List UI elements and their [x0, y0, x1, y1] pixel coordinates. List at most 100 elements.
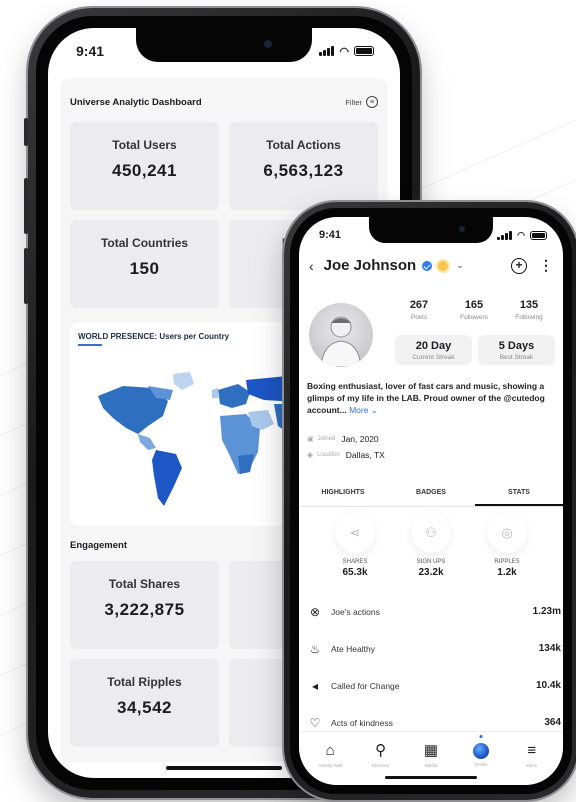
nav-activity-wall[interactable]: ⌂ Activity Wall	[308, 742, 352, 785]
map-central-america	[138, 434, 156, 450]
stat-label: SHARES	[342, 559, 368, 565]
nav-label: Menu	[526, 763, 538, 768]
status-bar: 9:41 ◠	[76, 42, 374, 60]
location-key: Location	[317, 452, 340, 458]
stat-value: 23.2k	[418, 567, 444, 578]
action-label: Joe's actions	[331, 606, 380, 617]
joined-value: Jan, 2020	[341, 434, 379, 444]
chevron-down-icon[interactable]: ⌄	[456, 260, 464, 271]
stat-card-total-ripples[interactable]: Total Ripples 34,542	[70, 659, 219, 747]
heart-icon: ♡	[309, 715, 321, 730]
count-posts[interactable]: 267 Posts	[393, 299, 445, 321]
filter-button[interactable]: Filter ≡	[345, 96, 378, 108]
signal-icon	[319, 46, 335, 56]
stat-card-total-actions[interactable]: Total Actions 6,563,123	[229, 122, 378, 210]
count-followers[interactable]: 165 Followers	[448, 299, 500, 321]
globe-icon	[473, 743, 490, 759]
streak-label: Current Streak	[412, 354, 455, 361]
map-uk	[212, 388, 218, 398]
battery-icon	[354, 46, 374, 56]
action-row-joes-actions[interactable]: ⊗ Joe's actions 1.23m	[307, 593, 561, 630]
action-list: ⊗ Joe's actions 1.23m ♨ Ate Healthy 134k…	[307, 593, 561, 741]
location-row: ◉ Location Dallas, TX	[307, 450, 385, 460]
stat-label: Total Ripples	[107, 675, 182, 689]
signal-icon	[497, 230, 513, 240]
stat-card-total-users[interactable]: Total Users 450,241	[70, 122, 219, 210]
map-title-underline	[78, 344, 102, 346]
stat-label: RIPPLES	[494, 559, 520, 565]
stat-value: 1.2k	[497, 567, 517, 578]
action-row-ate-healthy[interactable]: ♨ Ate Healthy 134k	[307, 630, 561, 667]
stat-value: 450,241	[112, 161, 177, 180]
map-south-america	[152, 450, 182, 506]
nav-menu[interactable]: ≡ Menu	[510, 742, 554, 785]
tab-badges[interactable]: BADGES	[387, 483, 475, 506]
joined-row: ▣ Joined Jan, 2020	[307, 434, 385, 444]
status-time: 9:41	[319, 229, 342, 241]
lifebuoy-icon: ⊗	[309, 604, 321, 619]
stats-highlights: ⋖ SHARES 65.3k ⚇ SIGN UPS 23.2k ◎ RIPPLE…	[325, 513, 537, 578]
stat-card-total-countries[interactable]: Total Countries 150	[70, 220, 219, 308]
stat-value: 150	[129, 259, 160, 278]
map-greenland	[173, 372, 194, 390]
battery-icon	[530, 230, 547, 240]
profile-phone: 9:41 ◠ ‹ Joe Johnson ⌄ + ⋮ 267 Posts 165…	[284, 202, 576, 800]
stat-label: Total Shares	[108, 577, 181, 591]
streaks: 20 Day Current Streak 5 Days Best Streak	[395, 335, 555, 365]
food-icon: ♨	[309, 641, 321, 656]
add-button[interactable]: +	[511, 257, 527, 274]
streak-number: 5 Days	[498, 340, 535, 352]
stat-card-total-shares[interactable]: Total Shares 3,222,875	[70, 561, 219, 649]
best-streak: 5 Days Best Streak	[478, 335, 555, 365]
stat-value: 65.3k	[342, 567, 368, 578]
more-options-icon[interactable]: ⋮	[539, 257, 553, 274]
avatar-person-icon	[320, 316, 362, 367]
count-label: Posts	[410, 314, 428, 321]
avatar[interactable]	[309, 303, 373, 367]
stat-label: SIGN UPS	[416, 559, 446, 565]
map-europe	[218, 384, 250, 408]
film-icon: ▦	[423, 742, 439, 759]
volume-down-button	[24, 248, 28, 304]
nav-label: Activity Wall	[318, 763, 343, 768]
stat-sign-ups[interactable]: ⚇ SIGN UPS 23.2k	[401, 513, 461, 578]
wifi-icon: ◠	[517, 229, 525, 240]
current-streak: 20 Day Current Streak	[395, 335, 472, 365]
stat-shares[interactable]: ⋖ SHARES 65.3k	[325, 513, 385, 578]
verified-badge-icon	[422, 260, 433, 271]
action-row-called-for-change[interactable]: ◂ Called for Change 10.4k	[307, 667, 561, 704]
count-number: 267	[409, 299, 429, 311]
calendar-icon: ▣	[307, 436, 314, 443]
profile-bio: Boxing enthusiast, lover of fast cars an…	[307, 380, 555, 416]
side-button	[24, 118, 28, 146]
more-link[interactable]: More ⌄	[349, 405, 378, 415]
stat-ripples[interactable]: ◎ RIPPLES 1.2k	[477, 513, 537, 578]
tab-stats[interactable]: STATS	[475, 483, 563, 506]
add-user-icon: ⚇	[411, 513, 451, 553]
filter-label: Filter	[345, 97, 362, 107]
action-value: 134k	[538, 643, 561, 654]
count-following[interactable]: 135 Following	[503, 299, 555, 321]
tab-highlights[interactable]: HIGHLIGHTS	[299, 483, 387, 506]
home-indicator[interactable]	[166, 766, 282, 770]
home-icon: ⌂	[325, 742, 335, 759]
nav-label: Profile	[474, 762, 488, 767]
stat-label: Total Users	[112, 138, 177, 152]
streak-label: Best Streak	[499, 354, 534, 361]
count-label: Followers	[460, 314, 488, 321]
action-value: 1.23m	[532, 606, 561, 617]
back-chevron-icon[interactable]: ‹	[309, 258, 314, 274]
joined-key: Joined	[317, 436, 336, 442]
action-label: Ate Healthy	[331, 643, 375, 654]
dashboard-title: Universe Analytic Dashboard	[70, 96, 202, 108]
profile-screen: 9:41 ◠ ‹ Joe Johnson ⌄ + ⋮ 267 Posts 165…	[299, 217, 563, 785]
nav-label: Discover	[371, 763, 390, 768]
action-value: 10.4k	[535, 680, 561, 691]
nav-label: Media	[424, 763, 438, 768]
home-indicator[interactable]	[385, 776, 477, 779]
status-bar: 9:41 ◠	[319, 226, 547, 244]
megaphone-icon: ◂	[311, 678, 319, 693]
wifi-icon: ◠	[339, 45, 349, 58]
bio-text: Boxing enthusiast, lover of fast cars an…	[307, 381, 545, 415]
volume-up-button	[24, 178, 28, 234]
